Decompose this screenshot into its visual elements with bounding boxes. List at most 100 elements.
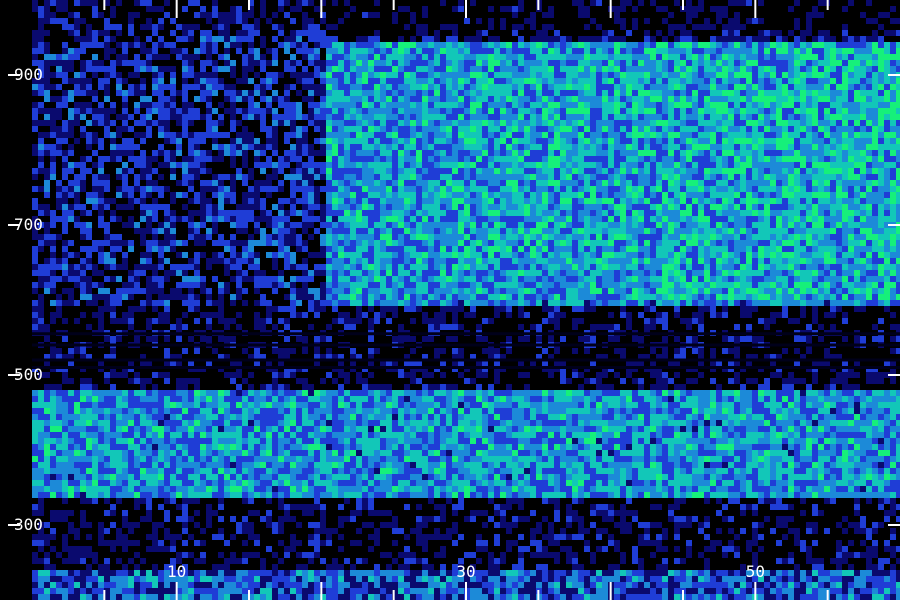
heatmap-cell xyxy=(200,66,206,72)
heatmap-cell xyxy=(86,66,92,72)
heatmap-cell xyxy=(152,60,158,66)
heatmap-cell xyxy=(194,192,200,198)
heatmap-cell xyxy=(824,12,830,18)
heatmap-cell xyxy=(524,72,530,78)
heatmap-cell xyxy=(524,0,530,6)
heatmap-cell xyxy=(872,84,878,90)
heatmap-cell xyxy=(806,144,812,150)
heatmap-cell xyxy=(266,198,272,204)
heatmap-cell xyxy=(194,102,200,108)
heatmap-cell xyxy=(452,24,458,30)
heatmap-cell xyxy=(200,90,206,96)
heatmap-cell xyxy=(674,24,680,30)
heatmap-cell xyxy=(50,90,56,96)
heatmap-cell xyxy=(362,114,368,120)
heatmap-cell xyxy=(770,18,776,24)
heatmap-cell xyxy=(464,138,470,144)
heatmap-cell xyxy=(164,174,170,180)
heatmap-cell xyxy=(98,186,104,192)
heatmap-cell xyxy=(494,126,500,132)
heatmap-cell xyxy=(302,186,308,192)
heatmap-cell xyxy=(236,204,242,210)
heatmap-cell xyxy=(332,198,338,204)
heatmap-cell xyxy=(710,48,716,54)
heatmap-cell xyxy=(314,54,320,60)
heatmap-cell xyxy=(338,186,344,192)
heatmap-cell xyxy=(662,162,668,168)
heatmap-cell xyxy=(836,156,842,162)
heatmap-cell xyxy=(626,12,632,18)
heatmap-cell xyxy=(392,102,398,108)
heatmap-cell xyxy=(548,138,554,144)
heatmap-cell xyxy=(836,150,842,156)
heatmap-cell xyxy=(272,12,278,18)
heatmap-cell xyxy=(560,168,566,174)
heatmap-cell xyxy=(200,198,206,204)
heatmap-cell xyxy=(476,36,482,42)
heatmap-cell xyxy=(200,120,206,126)
heatmap-cell xyxy=(512,126,518,132)
heatmap-cell xyxy=(248,66,254,72)
heatmap-cell xyxy=(518,186,524,192)
heatmap-cell xyxy=(866,24,872,30)
heatmap-cell xyxy=(122,168,128,174)
heatmap-cell xyxy=(302,192,308,198)
heatmap-cell xyxy=(92,30,98,36)
heatmap-cell xyxy=(812,186,818,192)
heatmap-cell xyxy=(662,6,668,12)
heatmap-cell xyxy=(224,168,230,174)
heatmap-cell xyxy=(128,30,134,36)
heatmap-cell xyxy=(674,54,680,60)
heatmap-cell xyxy=(782,0,788,6)
heatmap-cell xyxy=(392,126,398,132)
heatmap-cell xyxy=(512,186,518,192)
heatmap-cell xyxy=(362,132,368,138)
heatmap-cell xyxy=(662,168,668,174)
heatmap-cell xyxy=(518,102,524,108)
heatmap-cell xyxy=(698,6,704,12)
heatmap-cell xyxy=(734,24,740,30)
heatmap-cell xyxy=(584,30,590,36)
heatmap-cell xyxy=(866,42,872,48)
heatmap-cell xyxy=(560,48,566,54)
heatmap-cell xyxy=(458,168,464,174)
heatmap-cell xyxy=(206,66,212,72)
heatmap-cell xyxy=(626,120,632,126)
heatmap-cell xyxy=(464,180,470,186)
heatmap-cell xyxy=(800,18,806,24)
heatmap-cell xyxy=(662,24,668,30)
heatmap-cell xyxy=(398,204,404,210)
heatmap-cell xyxy=(566,6,572,12)
heatmap-cell xyxy=(638,126,644,132)
heatmap-cell xyxy=(560,180,566,186)
heatmap-cell xyxy=(884,132,890,138)
heatmap-cell xyxy=(260,126,266,132)
heatmap-cell xyxy=(68,96,74,102)
heatmap-cell xyxy=(218,150,224,156)
heatmap-cell xyxy=(74,0,80,6)
heatmap-cell xyxy=(650,78,656,84)
heatmap-cell xyxy=(866,6,872,12)
heatmap-cell xyxy=(86,24,92,30)
heatmap-cell xyxy=(428,132,434,138)
heatmap-cell xyxy=(194,120,200,126)
heatmap-cell xyxy=(428,12,434,18)
heatmap-cell xyxy=(116,162,122,168)
heatmap-cell xyxy=(200,168,206,174)
heatmap-cell xyxy=(140,96,146,102)
heatmap-cell xyxy=(314,114,320,120)
heatmap-cell xyxy=(164,156,170,162)
heatmap-cell xyxy=(254,72,260,78)
heatmap-cell xyxy=(638,180,644,186)
heatmap-cell xyxy=(560,30,566,36)
heatmap-cell xyxy=(272,66,278,72)
heatmap-cell xyxy=(50,180,56,186)
heatmap-cell xyxy=(566,78,572,84)
heatmap-cell xyxy=(782,174,788,180)
heatmap-cell xyxy=(752,66,758,72)
heatmap-cell xyxy=(656,180,662,186)
heatmap-cell xyxy=(776,120,782,126)
heatmap-cell xyxy=(206,84,212,90)
heatmap-cell xyxy=(554,0,560,6)
heatmap-cell xyxy=(344,180,350,186)
